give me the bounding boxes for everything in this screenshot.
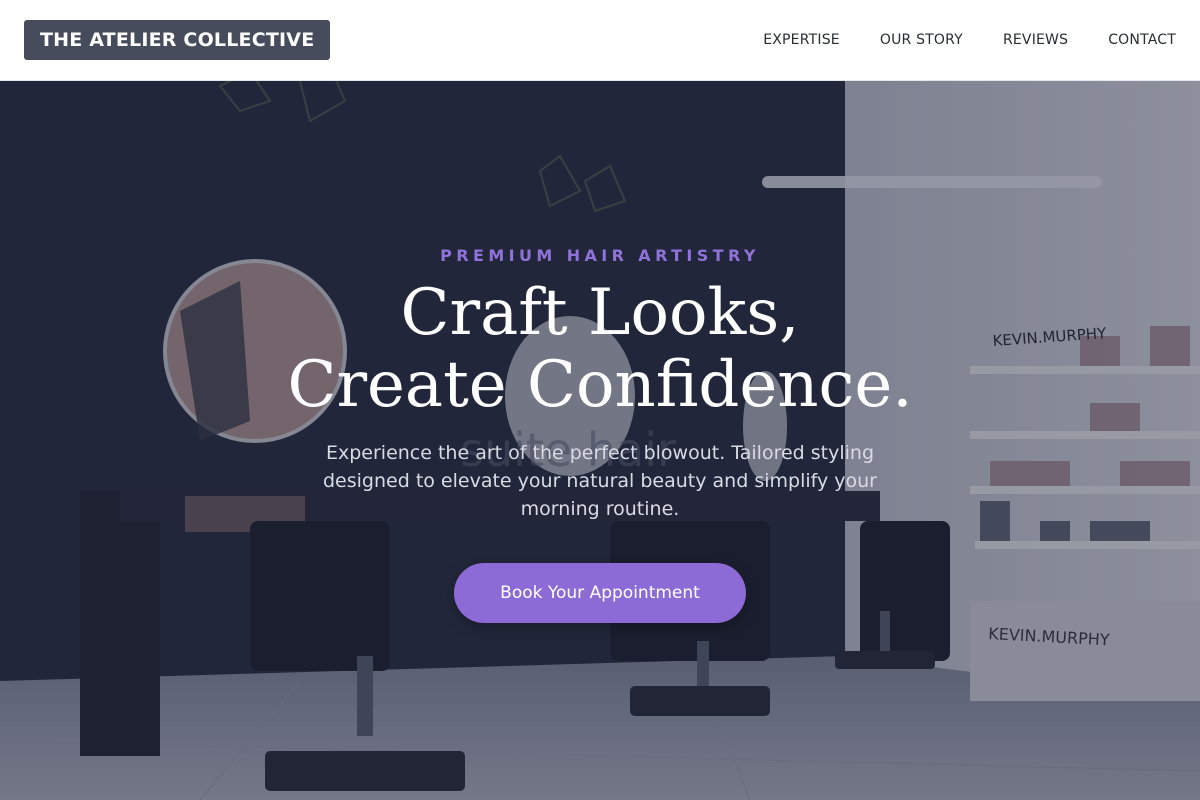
main-nav: EXPERTISE OUR STORY REVIEWS CONTACT [763, 32, 1176, 48]
nav-link-reviews[interactable]: REVIEWS [1003, 32, 1068, 48]
hero-content: PREMIUM HAIR ARTISTRY Craft Looks, Creat… [0, 81, 1200, 800]
hero-subtitle: Experience the art of the perfect blowou… [323, 442, 877, 520]
hero-headline-line-1: Craft Looks, [400, 276, 800, 350]
book-appointment-button[interactable]: Book Your Appointment [454, 563, 746, 623]
nav-link-expertise[interactable]: EXPERTISE [763, 32, 840, 48]
brand-logo[interactable]: THE ATELIER COLLECTIVE [24, 20, 331, 60]
hero-section: suite hair KEVIN.MURPHY KEVIN.MURPHY PRE… [0, 81, 1200, 800]
site-header: THE ATELIER COLLECTIVE EXPERTISE OUR STO… [0, 0, 1200, 81]
hero-headline-line-2: Create Confidence. [287, 348, 913, 422]
nav-link-our-story[interactable]: OUR STORY [880, 32, 963, 48]
nav-link-contact[interactable]: CONTACT [1108, 32, 1176, 48]
hero-headline: Craft Looks, Create Confidence. [287, 277, 912, 421]
hero-eyebrow: PREMIUM HAIR ARTISTRY [440, 246, 760, 265]
